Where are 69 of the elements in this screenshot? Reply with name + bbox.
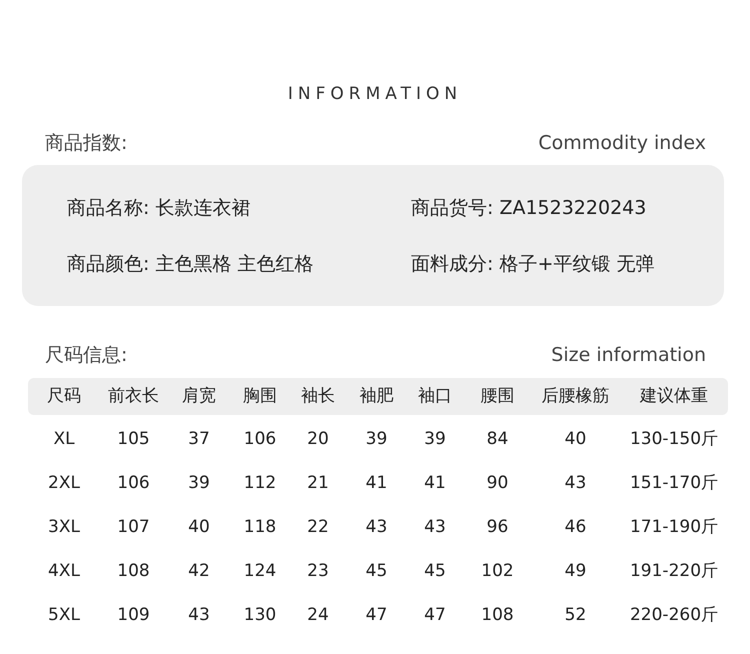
section-heading: Size information	[551, 343, 706, 368]
table-cell-text: 105	[116, 428, 151, 452]
table-cell-text: 20	[306, 428, 330, 452]
table-cell-text: 23	[306, 560, 330, 584]
table-cell-text: 39	[423, 428, 447, 452]
column-header: 前衣长	[107, 384, 160, 408]
table-cell-text: 107	[116, 516, 151, 540]
table-cell-text: 220-260斤	[628, 604, 720, 628]
table-cell-text: 112	[242, 472, 278, 496]
column-header: 后腰橡筋	[540, 384, 610, 408]
table-cell-text: 5XL	[47, 604, 81, 628]
table-cell-text: 43	[564, 472, 588, 496]
table-cell-text: 4XL	[47, 560, 81, 584]
table-cell-text: 45	[423, 560, 447, 584]
table-cell-text: 52	[564, 604, 588, 628]
table-cell-text: 43	[364, 516, 388, 540]
table-cell-text: 96	[486, 516, 510, 540]
table-cell-text: 39	[187, 472, 211, 496]
table-cell-text: 46	[564, 516, 588, 540]
table-cell-text: 40	[564, 428, 588, 452]
table-cell-text: 191-220斤	[628, 560, 720, 584]
table-cell-text: 108	[480, 604, 515, 628]
info-field: 商品名称: 长款连衣裙	[67, 194, 411, 220]
table-cell-text: 124	[242, 560, 278, 584]
table-cell-text: 40	[187, 516, 211, 540]
table-cell-text: 41	[423, 472, 447, 496]
table-cell-text: 47	[364, 604, 388, 628]
table-cell-text: 49	[564, 560, 588, 584]
table-cell-text: 43	[423, 516, 447, 540]
column-header: 袖肥	[358, 384, 394, 408]
table-cell-text: 106	[242, 428, 278, 452]
column-header: 袖长	[300, 384, 336, 408]
table-cell-text: 109	[116, 604, 151, 628]
table-cell-text: 84	[486, 428, 510, 452]
info-field: 商品货号: ZA1523220243	[411, 194, 724, 220]
table-cell-text: 118	[242, 516, 278, 540]
table-cell-text: 151-170斤	[628, 472, 720, 496]
table-cell-text: 41	[364, 472, 388, 496]
column-header: 尺码	[46, 384, 82, 408]
table-cell-text: 90	[486, 472, 510, 496]
column-header: 胸围	[242, 384, 278, 408]
section-heading: 商品指数:	[45, 131, 128, 156]
table-cell-text: 130	[242, 604, 278, 628]
table-cell-text: 108	[116, 560, 151, 584]
table-cell-text: 43	[187, 604, 211, 628]
table-cell-text: 130-150斤	[628, 428, 720, 452]
page-title: INFORMATION	[286, 83, 464, 106]
column-header: 袖口	[417, 384, 453, 408]
table-cell-text: 171-190斤	[628, 516, 720, 540]
table-cell-text: 21	[306, 472, 330, 496]
info-field: 商品颜色: 主色黑格 主色红格	[67, 250, 411, 276]
column-header: 建议体重	[638, 384, 709, 408]
table-cell-text: 2XL	[47, 472, 81, 496]
info-field: 面料成分: 格子+平纹锻 无弹	[411, 250, 724, 276]
column-header: 腰围	[480, 384, 516, 408]
table-cell-text: 47	[423, 604, 447, 628]
table-cell-text: 24	[306, 604, 330, 628]
table-cell-text: XL	[52, 428, 76, 452]
section-heading: Commodity index	[538, 131, 706, 156]
table-cell-text: 3XL	[47, 516, 81, 540]
table-cell-text: 102	[480, 560, 515, 584]
column-header: 肩宽	[181, 384, 217, 408]
table-cell-text: 106	[116, 472, 151, 496]
table-cell-text: 45	[364, 560, 388, 584]
table-cell-text: 37	[187, 428, 211, 452]
table-cell-text: 39	[364, 428, 388, 452]
table-cell-text: 42	[187, 560, 211, 584]
table-cell-text: 22	[306, 516, 330, 540]
section-heading: 尺码信息:	[45, 343, 128, 368]
